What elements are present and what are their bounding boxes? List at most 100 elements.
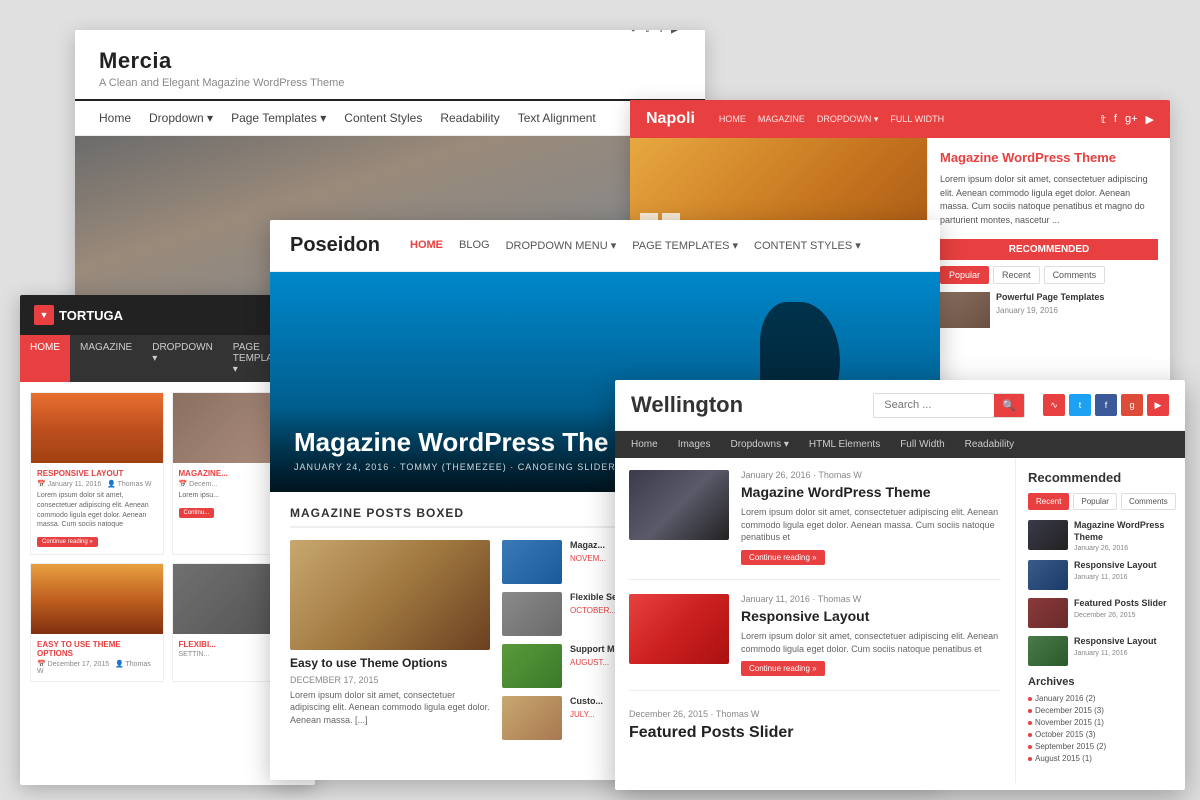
poseidon-nav: HOME BLOG DROPDOWN MENU ▾ PAGE TEMPLATES… — [410, 239, 861, 252]
poseidon-nav-blog[interactable]: BLOG — [459, 239, 490, 252]
wellington-archive-dec2015: December 2015 (3) — [1028, 706, 1173, 715]
poseidon-side-post-image-1 — [502, 540, 562, 584]
tortuga-card-1: RESPONSIVE LAYOUT 📅 January 11, 2016 👤 T… — [30, 392, 164, 555]
napoli-tab-comments[interactable]: Comments — [1044, 266, 1106, 284]
napoli-sidebar-title: Magazine WordPress Theme — [940, 150, 1158, 165]
poseidon-nav-dropdown[interactable]: DROPDOWN MENU ▾ — [506, 239, 617, 252]
archive-dot-3 — [1028, 721, 1032, 725]
tortuga-nav-home[interactable]: HOME — [20, 335, 70, 382]
poseidon-header: Poseidon HOME BLOG DROPDOWN MENU ▾ PAGE … — [270, 220, 940, 272]
wellington-nav-images[interactable]: Images — [678, 431, 711, 458]
napoli-nav-home[interactable]: HOME — [719, 114, 746, 125]
screenshot-container: ∿ 𝕣 f ▶ Mercia A Clean and Elegant Magaz… — [0, 0, 1200, 800]
wellington-archive-label-6[interactable]: August 2015 (1) — [1035, 754, 1092, 763]
mercia-nav: Home Dropdown ▾ Page Templates ▾ Content… — [75, 101, 705, 136]
mercia-nav-page-templates[interactable]: Page Templates ▾ — [231, 111, 326, 125]
napoli-recommended: RECOMMENDED Popular Recent Comments Powe… — [940, 239, 1158, 328]
wellington-search-button[interactable]: 🔍 — [994, 394, 1024, 417]
tortuga-card-meta-1: 📅 January 11, 2016 👤 Thomas W — [37, 480, 157, 488]
archive-dot — [1028, 697, 1032, 701]
wellington-article-title-2: Responsive Layout — [741, 607, 1001, 625]
wellington-gplus-icon: g — [1121, 394, 1143, 416]
wellington-archive-label-2[interactable]: December 2015 (3) — [1035, 706, 1104, 715]
napoli-tab-recent[interactable]: Recent — [993, 266, 1040, 284]
poseidon-side-post-date-4: JULY... — [570, 710, 603, 719]
wellington-archive-label-4[interactable]: October 2015 (3) — [1035, 730, 1095, 739]
wellington-archive-label-1[interactable]: January 2016 (2) — [1035, 694, 1095, 703]
wellington-rec-title-2: Responsive Layout — [1074, 560, 1157, 572]
napoli-nav-fullwidth[interactable]: FULL WIDTH — [890, 114, 944, 125]
wellington-tab-popular[interactable]: Popular — [1073, 493, 1117, 510]
wellington-rec-item-3: Featured Posts Slider December 26, 2015 — [1028, 598, 1173, 628]
wellington-rec-image-3 — [1028, 598, 1068, 628]
wellington-rec-date-1: January 26, 2016 — [1074, 545, 1173, 552]
tortuga-card-meta-3: 📅 December 17, 2015 👤 Thomas W — [37, 660, 157, 675]
wellington-rec-date-2: January 11, 2016 — [1074, 574, 1157, 581]
wellington-article-meta-2: January 11, 2016 · Thomas W — [741, 594, 1001, 604]
wellington-nav-fullwidth[interactable]: Full Width — [900, 431, 944, 458]
wellington-rec-text-3: Featured Posts Slider December 26, 2015 — [1074, 598, 1167, 619]
wellington-read-more-2[interactable]: Continue reading » — [741, 661, 825, 676]
wellington-archives-title: Archives — [1028, 676, 1173, 688]
poseidon-side-post-title-1: Magaz... — [570, 540, 606, 552]
wellington-archive-aug2015: August 2015 (1) — [1028, 754, 1173, 763]
wellington-read-more-1[interactable]: Continue reading » — [741, 550, 825, 565]
wellington-tab-recent[interactable]: Recent — [1028, 493, 1069, 510]
poseidon-main-post-title: Easy to use Theme Options — [290, 656, 490, 672]
tortuga-read-more-1[interactable]: Continue reading » — [37, 537, 98, 547]
wellington-nav-html[interactable]: HTML Elements — [809, 431, 880, 458]
poseidon-side-post-image-2 — [502, 592, 562, 636]
napoli-nav-dropdown[interactable]: DROPDOWN ▾ — [817, 114, 879, 125]
archive-dot-4 — [1028, 733, 1032, 737]
napoli-header: Napoli HOME MAGAZINE DROPDOWN ▾ FULL WID… — [630, 100, 1170, 138]
wellington-content: January 26, 2016 · Thomas W Magazine Wor… — [615, 458, 1185, 783]
mercia-nav-dropdown[interactable]: Dropdown ▾ — [149, 111, 213, 125]
wellington-nav-home[interactable]: Home — [631, 431, 658, 458]
wellington-article-body-2: January 11, 2016 · Thomas W Responsive L… — [741, 594, 1001, 676]
poseidon-nav-home[interactable]: HOME — [410, 239, 443, 252]
wellington-article-body-1: January 26, 2016 · Thomas W Magazine Wor… — [741, 470, 1001, 565]
wellington-nav-readability[interactable]: Readability — [965, 431, 1014, 458]
wellington-archive-nov2015: November 2015 (1) — [1028, 718, 1173, 727]
poseidon-side-post-text-1: Magaz... NOVEM... — [570, 540, 606, 563]
tortuga-nav-magazine[interactable]: MAGAZINE — [70, 335, 142, 382]
wellington-rec-text-2: Responsive Layout January 11, 2016 — [1074, 560, 1157, 581]
wellington-nav-dropdowns[interactable]: Dropdowns ▾ — [730, 431, 788, 458]
napoli-nav-magazine[interactable]: MAGAZINE — [758, 114, 805, 125]
wellington-archive-label-3[interactable]: November 2015 (1) — [1035, 718, 1104, 727]
poseidon-side-post-image-3 — [502, 644, 562, 688]
wellington-article-1: January 26, 2016 · Thomas W Magazine Wor… — [629, 470, 1001, 580]
mercia-nav-home[interactable]: Home — [99, 111, 131, 125]
mercia-nav-content[interactable]: Content Styles — [344, 111, 422, 125]
wellington-nav: Home Images Dropdowns ▾ HTML Elements Fu… — [615, 431, 1185, 458]
wellington-featured-meta: December 26, 2015 · Thomas W — [629, 709, 1001, 719]
wellington-sidebar-tabs: Recent Popular Comments — [1028, 493, 1173, 510]
tortuga-read-more-2[interactable]: Continu... — [179, 508, 215, 518]
tortuga-logo: ▼ TORTUGA — [34, 305, 123, 325]
wellington-featured-article: December 26, 2015 · Thomas W Featured Po… — [629, 705, 1001, 744]
wellington-rec-item-2: Responsive Layout January 11, 2016 — [1028, 560, 1173, 590]
poseidon-side-post-title-4: Custo... — [570, 696, 603, 708]
poseidon-nav-content[interactable]: CONTENT STYLES ▾ — [754, 239, 861, 252]
twitter-icon: 𝕣 — [645, 30, 651, 36]
napoli-facebook-icon: f — [1114, 113, 1117, 126]
wellington-search-input[interactable] — [874, 394, 994, 416]
archive-dot-2 — [1028, 709, 1032, 713]
wellington-archive-label-5[interactable]: September 2015 (2) — [1035, 742, 1106, 751]
wellington-featured-title: Featured Posts Slider — [629, 723, 1001, 744]
wellington-tab-comments[interactable]: Comments — [1121, 493, 1176, 510]
napoli-tab-popular[interactable]: Popular — [940, 266, 989, 284]
wellington-main: January 26, 2016 · Thomas W Magazine Wor… — [615, 458, 1015, 783]
poseidon-main-post-text: Lorem ipsum dolor sit amet, consectetuer… — [290, 689, 490, 727]
tortuga-card-3: EASY TO USE THEME OPTIONS 📅 December 17,… — [30, 563, 164, 682]
poseidon-main-post-date: DECEMBER 17, 2015 — [290, 675, 490, 685]
poseidon-logo: Poseidon — [290, 234, 380, 257]
mercia-nav-readability[interactable]: Readability — [440, 111, 499, 125]
napoli-sidebar-text: Lorem ipsum dolor sit amet, consectetuer… — [940, 173, 1158, 227]
wellington-archive-sep2015: September 2015 (2) — [1028, 742, 1173, 751]
mercia-nav-text-align[interactable]: Text Alignment — [518, 111, 596, 125]
wellington-rec-image-2 — [1028, 560, 1068, 590]
tortuga-nav-dropdown[interactable]: DROPDOWN ▾ — [142, 335, 223, 382]
napoli-gplus-icon: g+ — [1125, 113, 1138, 126]
poseidon-nav-page-templates[interactable]: PAGE TEMPLATES ▾ — [632, 239, 738, 252]
